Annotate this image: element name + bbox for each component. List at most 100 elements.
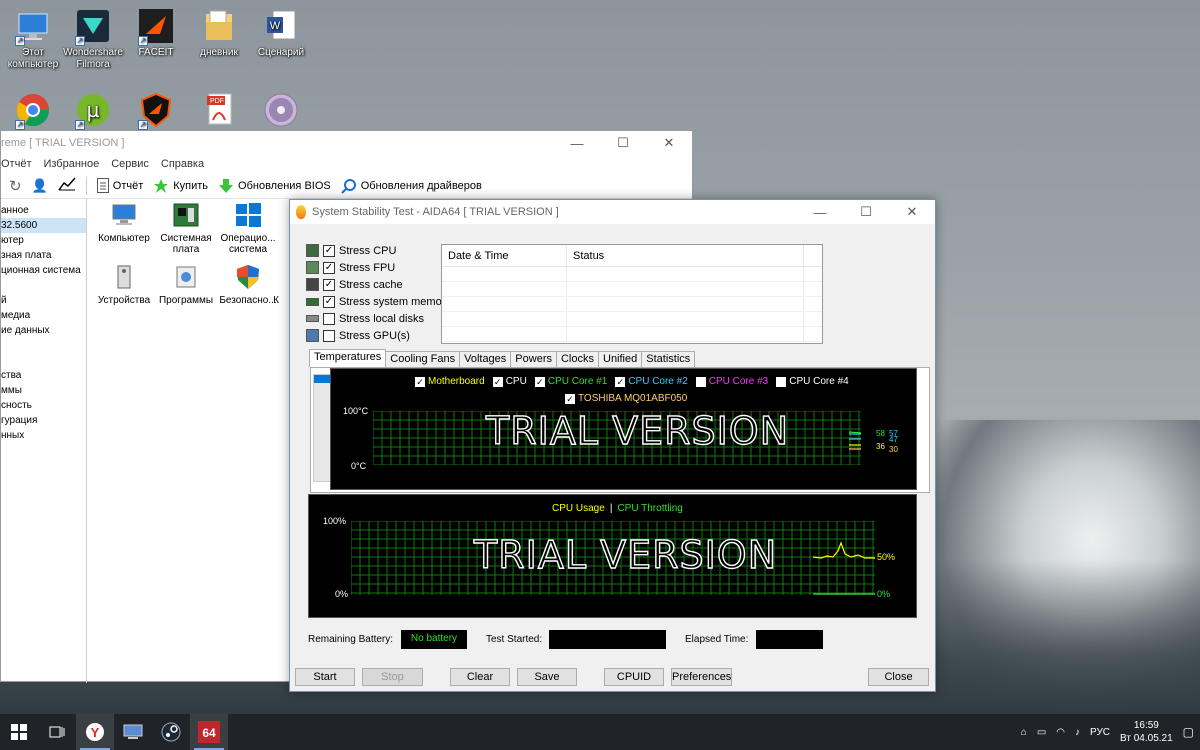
- tab-statistics[interactable]: Statistics: [641, 351, 696, 367]
- desktop-icon-script[interactable]: W Сценарий: [248, 8, 314, 59]
- sidebar-item[interactable]: ие данных: [1, 323, 86, 338]
- tab-cooling-fans[interactable]: Cooling Fans: [385, 351, 461, 367]
- legend-cpu[interactable]: ✓ CPU: [492, 376, 527, 387]
- legend-checkbox[interactable]: ✓: [415, 376, 425, 387]
- tab-powers[interactable]: Powers: [510, 351, 557, 367]
- taskbar-aida64[interactable]: 64: [190, 714, 228, 750]
- desktop-icon-faceit-ac[interactable]: ↗: [123, 92, 189, 131]
- sidebar-item[interactable]: сность: [1, 398, 86, 413]
- stress-gpu-row[interactable]: Stress GPU(s): [306, 327, 451, 344]
- tray-volume-icon[interactable]: ♪: [1075, 727, 1080, 738]
- legend-core3[interactable]: CPU Core #3: [695, 376, 768, 387]
- legend-disk[interactable]: ✓ TOSHIBA MQ01ABF050: [565, 393, 687, 404]
- log-header-datetime[interactable]: Date & Time: [442, 245, 567, 266]
- sidebar-item[interactable]: гурация: [1, 413, 86, 428]
- taskbar-steam[interactable]: [152, 714, 190, 750]
- category-config[interactable]: К: [269, 263, 283, 306]
- cpuid-button[interactable]: CPUID: [604, 668, 664, 686]
- sidebar-item[interactable]: нных: [1, 428, 86, 443]
- stress-cpu-row[interactable]: ✓ Stress CPU: [306, 242, 451, 259]
- maximize-button[interactable]: ☐: [843, 204, 889, 220]
- tab-voltages[interactable]: Voltages: [459, 351, 512, 367]
- sensor-list-scrollbar[interactable]: [313, 374, 331, 482]
- report-button[interactable]: Отчёт: [96, 178, 143, 193]
- menu-report[interactable]: Отчёт: [1, 158, 31, 170]
- sidebar-item-selected[interactable]: 32.5600: [1, 218, 86, 233]
- stress-disks-row[interactable]: Stress local disks: [306, 310, 451, 327]
- minimize-button[interactable]: —: [797, 205, 843, 220]
- stress-disks-checkbox[interactable]: [323, 312, 335, 325]
- stress-cpu-checkbox[interactable]: ✓: [323, 244, 335, 257]
- sidebar-item[interactable]: медиа: [1, 308, 86, 323]
- legend-core1[interactable]: ✓ CPU Core #1: [534, 376, 607, 387]
- taskbar-network-app[interactable]: [114, 714, 152, 750]
- desktop-icon-filmora[interactable]: ↗ Wondershare Filmora: [60, 8, 126, 71]
- desktop-icon-diary[interactable]: дневник: [186, 8, 252, 59]
- tab-temperatures[interactable]: Temperatures: [309, 349, 387, 367]
- status-log-table[interactable]: Date & Time Status: [441, 244, 823, 344]
- category-os[interactable]: Операцио... система: [217, 201, 279, 255]
- sidebar-item[interactable]: ммы: [1, 383, 86, 398]
- stress-cache-checkbox[interactable]: ✓: [323, 278, 335, 291]
- buy-button[interactable]: Купить: [153, 178, 208, 194]
- sidebar-item[interactable]: [1, 278, 86, 293]
- sidebar-item[interactable]: зная плата: [1, 248, 86, 263]
- desktop-icon-dvd[interactable]: [248, 92, 314, 131]
- tab-unified[interactable]: Unified: [598, 351, 643, 367]
- tray-wifi-icon[interactable]: ◠: [1056, 727, 1065, 738]
- legend-checkbox[interactable]: ✓: [565, 393, 575, 404]
- refresh-icon[interactable]: ↻: [9, 177, 22, 195]
- desktop-icon-this-pc[interactable]: ↗ Этот компьютер: [0, 8, 66, 71]
- taskbar-clock[interactable]: 16:59 Вт 04.05.21: [1120, 719, 1173, 745]
- legend-core4[interactable]: CPU Core #4: [776, 376, 849, 387]
- stress-memory-checkbox[interactable]: ✓: [323, 295, 335, 308]
- legend-checkbox[interactable]: ✓: [615, 376, 626, 387]
- system-stability-test-window[interactable]: System Stability Test - AIDA64 [ TRIAL V…: [289, 199, 936, 692]
- category-programs[interactable]: Программы: [155, 263, 217, 306]
- save-button[interactable]: Save: [517, 668, 577, 686]
- close-dialog-button[interactable]: Close: [868, 668, 929, 686]
- start-button[interactable]: [0, 714, 38, 750]
- benchmark-chart-icon[interactable]: [58, 177, 76, 194]
- sidebar-item[interactable]: ционная система: [1, 263, 86, 278]
- tab-clocks[interactable]: Clocks: [555, 351, 599, 367]
- sidebar-item[interactable]: [1, 353, 86, 368]
- close-button[interactable]: ✕: [889, 204, 935, 220]
- category-motherboard[interactable]: Системная плата: [155, 201, 217, 255]
- legend-checkbox[interactable]: [776, 376, 787, 387]
- legend-motherboard[interactable]: ✓ Motherboard: [415, 376, 485, 387]
- scrollbar-thumb[interactable]: [314, 375, 330, 383]
- stress-gpu-checkbox[interactable]: [323, 329, 335, 342]
- close-button[interactable]: ✕: [646, 135, 692, 151]
- sidebar-item[interactable]: ства: [1, 368, 86, 383]
- minimize-button[interactable]: —: [554, 136, 600, 151]
- menu-service[interactable]: Сервис: [111, 158, 149, 170]
- notifications-icon[interactable]: ▢: [1183, 725, 1194, 739]
- desktop-icon-utorrent[interactable]: µ ↗: [60, 92, 126, 131]
- sidebar-item[interactable]: ютер: [1, 233, 86, 248]
- maximize-button[interactable]: ☐: [600, 135, 646, 151]
- legend-checkbox[interactable]: ✓: [492, 376, 503, 387]
- sidebar-item[interactable]: анное: [1, 203, 86, 218]
- stop-button[interactable]: Stop: [362, 668, 423, 686]
- desktop-icon-chrome[interactable]: ↗: [0, 92, 66, 131]
- legend-core2[interactable]: ✓ CPU Core #2: [615, 376, 688, 387]
- legend-checkbox[interactable]: [695, 376, 706, 387]
- stress-fpu-row[interactable]: ✓ Stress FPU: [306, 259, 451, 276]
- taskbar-yandex-browser[interactable]: Y: [76, 714, 114, 750]
- tray-network-icon[interactable]: ⌂: [1021, 727, 1027, 738]
- sidebar-item[interactable]: й: [1, 293, 86, 308]
- legend-checkbox[interactable]: ✓: [534, 376, 545, 387]
- task-view-button[interactable]: [38, 714, 76, 750]
- desktop-icon-faceit[interactable]: ↗ FACEIT: [123, 8, 189, 59]
- preferences-button[interactable]: Preferences: [671, 668, 732, 686]
- driver-update-button[interactable]: Обновления драйверов: [341, 178, 482, 194]
- menu-favorites[interactable]: Избранное: [43, 158, 99, 170]
- stress-fpu-checkbox[interactable]: ✓: [323, 261, 335, 274]
- bios-update-button[interactable]: Обновления BIOS: [218, 178, 331, 194]
- user-icon[interactable]: 👤: [32, 178, 48, 194]
- log-header-status[interactable]: Status: [567, 245, 804, 266]
- desktop-icon-pdf[interactable]: PDF: [186, 92, 252, 131]
- start-button[interactable]: Start: [295, 668, 355, 686]
- tray-battery-icon[interactable]: ▭: [1037, 727, 1046, 738]
